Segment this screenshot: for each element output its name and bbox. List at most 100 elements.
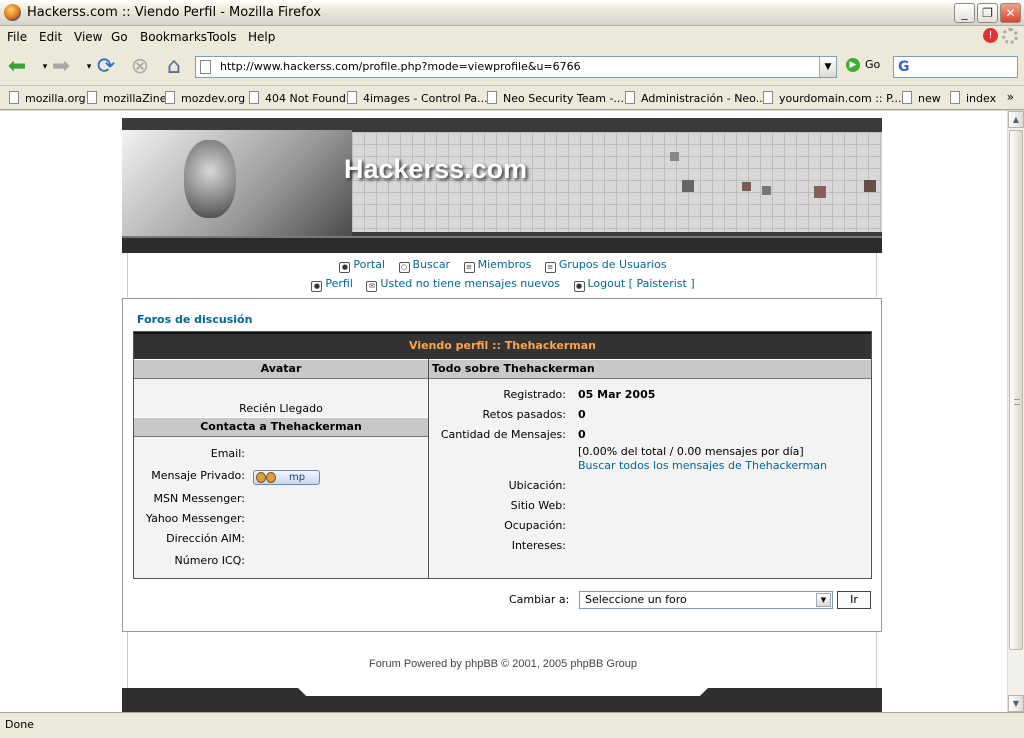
- firefox-icon: [4, 4, 21, 21]
- bookmark-page-icon: [487, 91, 497, 104]
- close-button[interactable]: ✕: [1000, 3, 1021, 23]
- google-icon[interactable]: G: [898, 59, 910, 75]
- error-indicator-icon: !: [983, 28, 998, 43]
- throbber-icon: [1002, 28, 1018, 44]
- users-icon: [256, 472, 280, 484]
- banner-photo: [122, 130, 352, 238]
- bookmark-item[interactable]: mozilla.org: [9, 91, 86, 105]
- minimize-button[interactable]: _: [954, 3, 975, 23]
- registered-label: Registrado:: [503, 388, 566, 401]
- banner-square: [742, 182, 751, 191]
- bookmark-item[interactable]: index: [950, 91, 996, 105]
- search-box[interactable]: G: [893, 56, 1018, 78]
- bookmark-page-icon: [950, 91, 960, 104]
- forum-page: Hackerss.com ● Portal ○ Buscar ≡ Miembros ≡…: [122, 118, 882, 712]
- email-label: Email:: [210, 447, 245, 460]
- nav-logout-link[interactable]: ● Logout [ Paisterist ]: [573, 277, 695, 292]
- interests-label: Intereses:: [511, 539, 566, 552]
- bookmark-item[interactable]: 4images - Control Pa...: [347, 91, 488, 105]
- private-message-button[interactable]: mp: [253, 470, 320, 485]
- nav-portal-link[interactable]: ● Portal: [339, 258, 385, 273]
- logout-icon: ●: [573, 281, 585, 292]
- bookmark-item[interactable]: Administración - Neo...: [625, 91, 766, 105]
- status-bar: Done: [0, 712, 1024, 738]
- nav-messages-link[interactable]: ✉ Usted no tiene mensajes nuevos: [366, 277, 560, 292]
- address-url[interactable]: http://www.hackerss.com/profile.php?mode…: [220, 60, 581, 73]
- menu-bookmarks[interactable]: Bookmarks: [140, 30, 207, 44]
- page-icon: [200, 60, 211, 74]
- search-user-posts-link[interactable]: Buscar todos los mensajes de Thehackerma…: [578, 459, 827, 472]
- site-banner[interactable]: Hackerss.com: [122, 118, 882, 253]
- bookmark-item[interactable]: mozdev.org: [165, 91, 245, 105]
- reload-icon[interactable]: ⟳: [93, 54, 119, 80]
- bookmark-page-icon: [249, 91, 259, 104]
- menu-file[interactable]: File: [7, 30, 27, 44]
- menu-view[interactable]: View: [74, 30, 102, 44]
- banner-square: [682, 180, 694, 192]
- home-icon[interactable]: ⌂: [161, 54, 187, 80]
- registered-value: 05 Mar 2005: [578, 388, 656, 401]
- forum-index-link[interactable]: Foros de discusión: [137, 313, 252, 326]
- forum-footer: Forum Powered by phpBB © 2001, 2005 phpB…: [127, 632, 877, 688]
- magnifier-icon: ○: [398, 262, 410, 273]
- icq-label: Número ICQ:: [174, 554, 245, 567]
- select-chevron-down-icon[interactable]: ▼: [816, 593, 831, 607]
- profile-box: Foros de discusión Viendo perfil :: Theh…: [122, 298, 882, 632]
- menu-edit[interactable]: Edit: [39, 30, 62, 44]
- bookmark-item[interactable]: Neo Security Team -...: [487, 91, 624, 105]
- bookmark-page-icon: [763, 91, 773, 104]
- occupation-label: Ocupación:: [504, 519, 566, 532]
- banner-strip: [122, 236, 882, 253]
- bookmark-item[interactable]: yourdomain.com :: P...: [763, 91, 902, 105]
- banner-square: [864, 180, 876, 192]
- website-label: Sitio Web:: [510, 499, 566, 512]
- bookmarks-toolbar: mozilla.org mozillaZine mozdev.org 404 N…: [0, 86, 1024, 110]
- challenges-value: 0: [578, 408, 586, 421]
- aim-label: Dirección AIM:: [166, 532, 245, 545]
- forward-icon[interactable]: ➡: [48, 54, 74, 80]
- scroll-down-icon[interactable]: ▼: [1008, 695, 1024, 712]
- bookmark-page-icon: [165, 91, 175, 104]
- bookmark-page-icon: [9, 91, 19, 104]
- nav-members-link[interactable]: ≡ Miembros: [463, 258, 531, 273]
- bookmarks-overflow-icon[interactable]: »: [1007, 90, 1014, 104]
- menu-tools[interactable]: Tools: [207, 30, 237, 44]
- scrollbar-thumb[interactable]: [1009, 130, 1023, 650]
- go-button[interactable]: ▶ Go: [846, 58, 880, 72]
- jump-go-button[interactable]: Ir: [837, 591, 871, 609]
- stop-icon[interactable]: ⊗: [127, 54, 153, 80]
- scroll-up-icon[interactable]: ▲: [1008, 111, 1024, 128]
- forum-jump-select[interactable]: Seleccione un foro ▼: [579, 591, 833, 609]
- vertical-scrollbar[interactable]: ▲ ▼: [1007, 111, 1024, 712]
- footer-notch: [298, 688, 708, 696]
- window-title: Hackerss.com :: Viendo Perfil - Mozilla …: [27, 5, 321, 20]
- avatar-header: Avatar: [134, 359, 428, 379]
- bookmark-item[interactable]: 404 Not Found: [249, 91, 346, 105]
- footer-copyright: Forum Powered by phpBB © 2001, 2005 phpB…: [369, 658, 637, 670]
- address-bar[interactable]: http://www.hackerss.com/profile.php?mode…: [195, 56, 837, 78]
- banner-square: [670, 152, 679, 161]
- nav-search-link[interactable]: ○ Buscar: [398, 258, 450, 273]
- profile-header: Viendo perfil :: Thehackerman: [134, 332, 871, 359]
- bookmark-item[interactable]: mozillaZine: [87, 91, 166, 105]
- menu-help[interactable]: Help: [248, 30, 275, 44]
- footer-graphic: [122, 688, 882, 712]
- bookmark-page-icon: [902, 91, 912, 104]
- messages-icon: ✉: [366, 281, 378, 292]
- profile-icon: ●: [311, 281, 323, 292]
- menu-go[interactable]: Go: [111, 30, 128, 44]
- forum-nav: ● Portal ○ Buscar ≡ Miembros ≡ Grupos de Usu…: [127, 253, 877, 297]
- maximize-button[interactable]: ❐: [977, 3, 998, 23]
- nav-groups-link[interactable]: ≡ Grupos de Usuarios: [544, 258, 667, 273]
- profile-table: Viendo perfil :: Thehackerman Avatar Tod…: [133, 331, 872, 579]
- posts-stats: [0.00% del total / 0.00 mensajes por día…: [578, 445, 804, 458]
- bookmark-item[interactable]: new: [902, 91, 941, 105]
- contact-header: Contacta a Thehackerman: [134, 417, 428, 437]
- back-icon[interactable]: ⬅: [4, 54, 30, 80]
- groups-icon: ≡: [544, 262, 556, 273]
- window-titlebar: Hackerss.com :: Viendo Perfil - Mozilla …: [0, 0, 1024, 26]
- address-dropdown-icon[interactable]: ▼: [819, 57, 836, 77]
- bookmark-page-icon: [347, 91, 357, 104]
- go-arrow-icon: ▶: [846, 58, 860, 72]
- nav-profile-link[interactable]: ● Perfil: [311, 277, 353, 292]
